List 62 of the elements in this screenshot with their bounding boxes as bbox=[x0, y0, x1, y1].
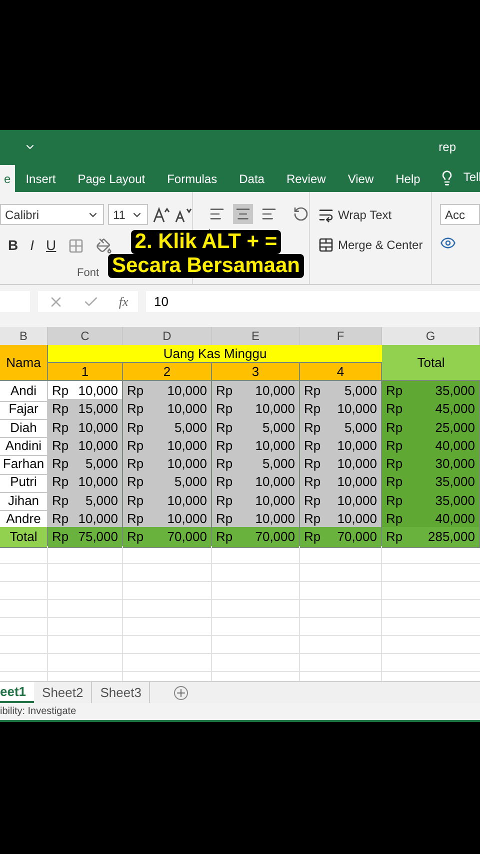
format-button[interactable]: I bbox=[30, 235, 34, 256]
table-cell: Rp 5,000 bbox=[123, 472, 212, 493]
table-cell: 4 bbox=[300, 363, 382, 381]
format-button[interactable]: U bbox=[46, 235, 56, 256]
ribbon-tab[interactable]: e bbox=[0, 165, 15, 192]
caption-text: Secara Bersamaan bbox=[108, 254, 304, 278]
borders-icon[interactable] bbox=[68, 238, 84, 254]
table-cell: Rp 285,000 bbox=[382, 527, 480, 548]
table-cell: Rp 75,000 bbox=[48, 527, 123, 548]
group-label: Font bbox=[77, 266, 100, 281]
table-cell: Rp 10,000 bbox=[300, 399, 382, 420]
orientation-icon[interactable] bbox=[293, 206, 309, 222]
ribbon-tab[interactable]: Page Layout bbox=[66, 165, 156, 192]
table-cell: Rp 10,000 bbox=[212, 472, 300, 493]
shrink-font-icon[interactable] bbox=[174, 206, 192, 222]
table-cell: Total bbox=[0, 527, 48, 548]
table-cell: Rp 70,000 bbox=[123, 527, 212, 548]
window-title: rep bbox=[438, 138, 456, 156]
table-cell: Rp 70,000 bbox=[212, 527, 300, 548]
status-text: ibility: Investigate bbox=[0, 705, 76, 719]
table-cell: Rp 15,000 bbox=[48, 399, 123, 420]
table-cell: 2 bbox=[123, 363, 212, 381]
table-cell: Rp 10,000 bbox=[48, 472, 123, 493]
merge-icon bbox=[318, 237, 334, 253]
ribbon-tab[interactable]: Help bbox=[384, 165, 432, 192]
add-sheet-icon[interactable] bbox=[174, 686, 188, 700]
font-size-field[interactable]: 11 bbox=[108, 204, 148, 225]
align-middle-icon[interactable] bbox=[233, 204, 253, 224]
align-bottom-icon[interactable] bbox=[261, 206, 277, 222]
table-cell: Uang Kas Minggu bbox=[48, 345, 382, 363]
column-header[interactable]: D bbox=[123, 327, 212, 345]
ribbon-tab[interactable]: Review bbox=[275, 165, 337, 192]
wrap-text-button[interactable]: Wrap Text bbox=[318, 206, 431, 224]
ribbon-tab[interactable]: Insert bbox=[14, 165, 67, 192]
merge-center-button[interactable]: Merge & Center bbox=[318, 236, 431, 254]
caption-text: 2. Klik ALT + = bbox=[130, 230, 282, 254]
table-cell: 3 bbox=[212, 363, 300, 381]
table-cell: Rp 10,000 bbox=[300, 472, 382, 493]
table-cell: Total bbox=[382, 345, 480, 381]
font-name-field[interactable]: Calibri bbox=[0, 204, 104, 225]
table-cell: Rp 35,000 bbox=[382, 472, 480, 493]
grow-font-icon[interactable] bbox=[152, 206, 170, 222]
table-cell: Rp 10,000 bbox=[212, 399, 300, 420]
fill-color-icon[interactable] bbox=[96, 238, 112, 254]
ribbon-tab[interactable]: View bbox=[336, 165, 385, 192]
wrap-icon bbox=[318, 207, 334, 223]
column-header[interactable]: E bbox=[212, 327, 300, 345]
align-top-icon[interactable] bbox=[209, 206, 225, 222]
formula-field[interactable]: 10 bbox=[146, 291, 480, 312]
column-header[interactable]: F bbox=[300, 327, 382, 345]
format-button[interactable]: B bbox=[8, 235, 18, 256]
ribbon-tab[interactable]: Formulas bbox=[156, 165, 228, 192]
table-cell: Rp 45,000 bbox=[382, 399, 480, 420]
ribbon-tab[interactable]: Data bbox=[228, 165, 276, 192]
function-button[interactable]: fx bbox=[118, 292, 128, 312]
column-header[interactable]: C bbox=[48, 327, 123, 345]
table-cell: 1 bbox=[48, 363, 123, 381]
sheet-tab[interactable]: eet1 bbox=[0, 682, 34, 703]
table-cell: Rp 70,000 bbox=[300, 527, 382, 548]
table-cell: Rp 10,000 bbox=[123, 399, 212, 420]
table-cell: Nama bbox=[0, 345, 48, 381]
number-format-field[interactable]: Acc bbox=[440, 204, 480, 225]
